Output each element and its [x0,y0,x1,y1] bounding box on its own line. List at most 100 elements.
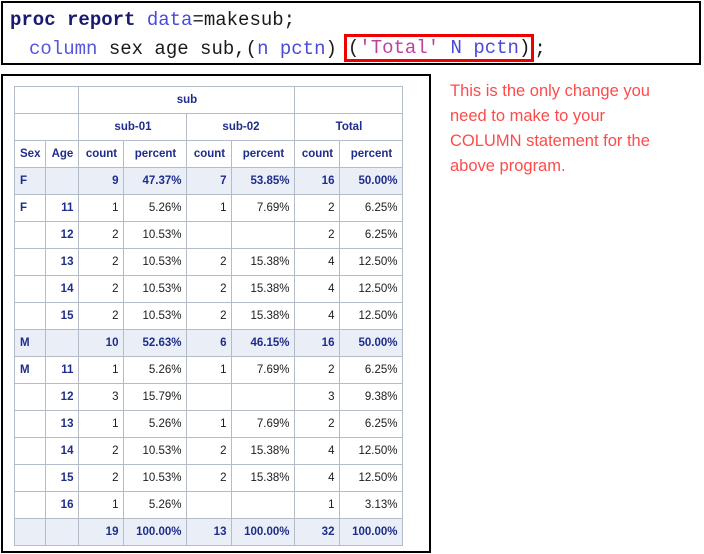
code-line-1: proc report data=makesub; [10,6,699,35]
cell-value-3: 53.85% [231,167,296,195]
table-header-row-subgroups: sub-01 sub-02 Total [13,113,404,141]
cell-age: 14 [45,437,80,465]
highlight-open-paren: ( [347,37,360,59]
cell-value-2: 1 [186,410,233,438]
header-col-percent-3: percent [123,140,188,168]
cell-sex [13,221,47,249]
table-row: 12 2 10.53% 2 6.25% [13,221,404,249]
cell-value-1: 15.79% [123,383,188,411]
highlight-close-paren: ) [518,37,531,59]
cell-value-4: 3 [294,383,341,411]
cell-value-4: 1 [294,491,341,519]
header-blank-stub-2 [13,113,80,141]
cell-value-0: 1 [78,410,125,438]
cell-value-3: 15.38% [231,248,296,276]
cell-value-5: 6.25% [339,221,404,249]
cell-value-5: 9.38% [339,383,404,411]
header-group-sub: sub [78,86,296,114]
cell-sex [13,302,47,330]
cell-age: 13 [45,248,80,276]
cell-value-0: 2 [78,275,125,303]
cell-sex [13,410,47,438]
cell-value-3: 15.38% [231,437,296,465]
cell-age: 12 [45,383,80,411]
cell-value-1: 5.26% [123,410,188,438]
table-row: 12 3 15.79% 3 9.38% [13,383,404,411]
cell-value-3 [231,491,296,519]
table-summary-row: F 9 47.37% 7 53.85% 16 50.00% [13,167,404,195]
header-col-count-6: count [294,140,341,168]
column-statement-keyword: column [29,38,98,61]
cell-value-4: 4 [294,437,341,465]
header-subgroup-sub-01: sub-01 [78,113,188,141]
cell-value-5: 12.50% [339,302,404,330]
cell-value-0: 2 [78,302,125,330]
table-row: 13 2 10.53% 2 15.38% 4 12.50% [13,248,404,276]
cell-value-5: 100.00% [339,518,404,546]
cell-sex: M [13,356,47,384]
code-block: proc report data=makesub; column sex age… [1,1,701,65]
cell-value-4: 2 [294,194,341,222]
annotation-line-4: above program. [450,157,566,175]
cell-value-5: 50.00% [339,329,404,357]
cell-value-4: 4 [294,248,341,276]
cell-value-3 [231,221,296,249]
cell-value-1: 5.26% [123,491,188,519]
cell-age: 14 [45,275,80,303]
cell-value-3: 100.00% [231,518,296,546]
cell-value-3: 46.15% [231,329,296,357]
cell-value-4: 16 [294,329,341,357]
n-statistic-token: n [257,38,269,61]
cell-value-0: 2 [78,464,125,492]
pctn-statistic-token: pctn [279,38,326,61]
header-subgroup-sub-02: sub-02 [186,113,296,141]
cell-value-4: 4 [294,302,341,330]
cell-value-3: 15.38% [231,275,296,303]
cell-value-3: 7.69% [231,410,296,438]
cell-value-4: 2 [294,410,341,438]
cell-value-2: 2 [186,464,233,492]
cell-value-1: 5.26% [123,356,188,384]
header-blank-total [294,86,404,114]
cell-value-5: 12.50% [339,464,404,492]
cell-value-1: 10.53% [123,275,188,303]
cell-value-5: 12.50% [339,248,404,276]
annotation-line-3: COLUMN statement for the [450,132,650,150]
cell-value-4: 4 [294,275,341,303]
header-col-count-4: count [186,140,233,168]
statement-semicolon: ; [534,38,546,61]
report-output-panel: sub sub-01 sub-02 Total Sex Age count percent co… [1,74,431,553]
table-summary-row: M 10 52.63% 6 46.15% 16 50.00% [13,329,404,357]
table-header-row-group: sub [13,86,404,114]
cell-value-2: 1 [186,356,233,384]
cell-value-0: 2 [78,221,125,249]
total-literal-token: 'Total' [359,37,440,59]
annotation-line-1: This is the only change you [450,82,650,100]
cell-value-1: 52.63% [123,329,188,357]
cell-value-0: 3 [78,383,125,411]
header-subgroup-total: Total [294,113,404,141]
cell-value-2: 2 [186,437,233,465]
cell-value-2 [186,383,233,411]
cell-value-2: 2 [186,302,233,330]
cell-value-0: 1 [78,491,125,519]
cell-value-2: 6 [186,329,233,357]
table-row: 14 2 10.53% 2 15.38% 4 12.50% [13,275,404,303]
code-line-2: column sex age sub,(n pctn) ('Total' N pc… [10,34,699,64]
header-col-percent-5: percent [231,140,296,168]
cell-value-4: 2 [294,221,341,249]
cell-value-0: 2 [78,248,125,276]
cell-sex [13,437,47,465]
cell-sex [13,248,47,276]
cell-value-3: 7.69% [231,356,296,384]
cell-age: 11 [45,356,80,384]
highlight-pctn-token: pctn [473,37,519,59]
cell-value-2 [186,221,233,249]
code-space-2 [268,38,279,60]
cell-value-5: 12.50% [339,275,404,303]
cell-value-4: 32 [294,518,341,546]
dataset-name-text: =makesub; [192,9,296,31]
cell-value-1: 10.53% [123,437,188,465]
cell-value-5: 6.25% [339,194,404,222]
